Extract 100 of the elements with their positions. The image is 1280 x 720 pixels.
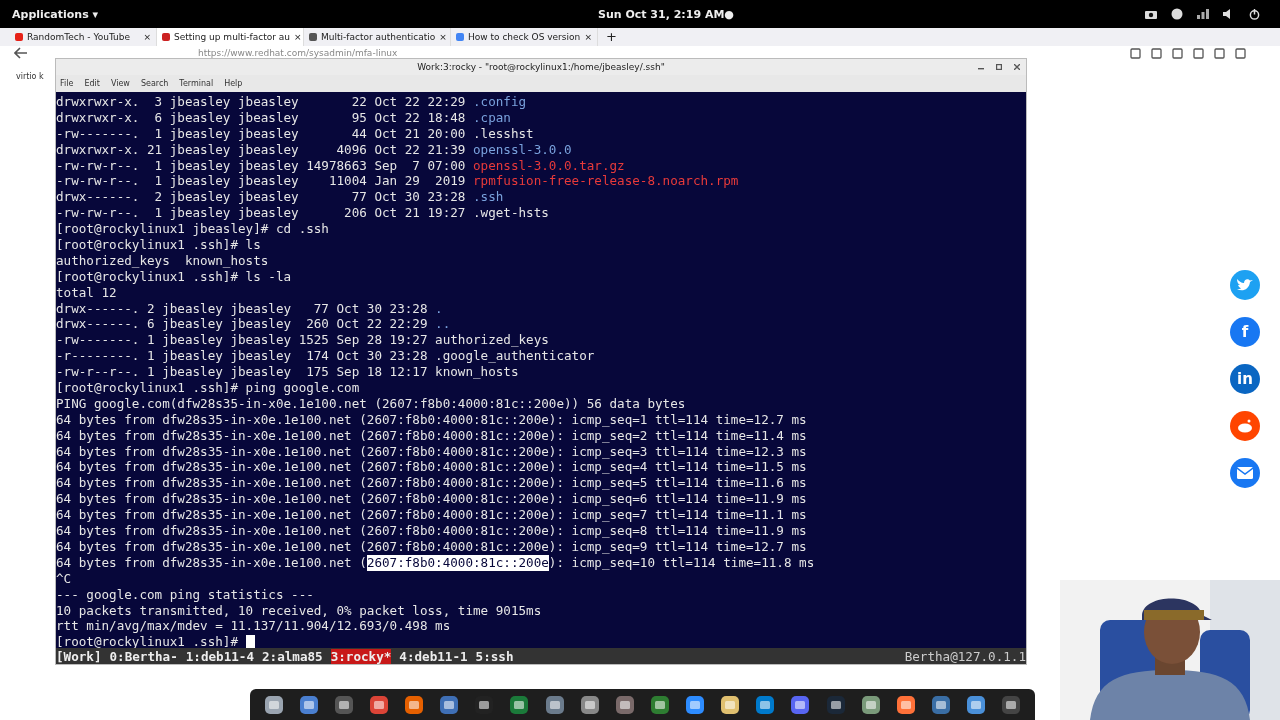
power-icon[interactable] [1249, 8, 1260, 20]
tab-close-button[interactable]: × [584, 32, 592, 42]
tab-close-button[interactable]: × [143, 32, 151, 42]
toolbar-icon[interactable] [1172, 47, 1183, 59]
tmux-window-tab[interactable]: 0:Bertha- [109, 648, 178, 664]
app-icon[interactable] [439, 694, 460, 715]
terminal-text: -rw-rw-r--. 1 jbeasley jbeasley 206 Oct 21 19:27 .wget-hsts [56, 205, 549, 222]
terminal-text: total 12 [56, 284, 117, 301]
terminal-text: authorized_keys known_hosts [56, 252, 269, 269]
url-field[interactable]: https://www.redhat.com/sysadmin/mfa-linux [198, 47, 398, 59]
terminal-text: -rw-r--r--. 1 jbeasley jbeasley 175 Sep 18 12:17 known_hosts [56, 364, 519, 381]
maximize-icon[interactable] [996, 64, 1002, 70]
app-icon[interactable] [368, 694, 389, 715]
terminal-text: openssl-3.0.0.tar.gz [473, 157, 625, 174]
terminal-text: 10 packets transmitted, 10 received, 0% packet loss, time 9015ms [56, 602, 542, 619]
terminal-text: 64 bytes from dfw28s35-in-x0e.1e100.net (2607:f8b0:4000:81c::200e): icmp_seq=4 ttl=114 time=11.5 ms [56, 459, 807, 476]
bookmark[interactable]: virtio k [16, 72, 44, 84]
terminal-text: 64 bytes from dfw28s35-in-x0e.1e100.net (2607:f8b0:4000:81c::200e): icmp_seq=6 ttl=114 time=11.9 ms [56, 491, 807, 508]
applications-menu[interactable]: Applications ▾ [12, 7, 99, 21]
terminal-text: drwxrwxr-x. 6 jbeasley jbeasley 95 Oct 22 18:48 [56, 109, 467, 126]
terminal-text: drwx------. 2 jbeasley jbeasley 77 Oct 30 23:28 [56, 189, 467, 206]
app-icon[interactable] [1001, 694, 1022, 715]
cursor [245, 635, 255, 648]
terminal-text: -rw-------. 1 jbeasley jbeasley 44 Oct 21 20:00 .lesshst [56, 125, 534, 142]
tab-close-button[interactable]: × [294, 32, 302, 42]
terminal-text: .cpan [473, 109, 511, 126]
browser-tab[interactable]: Setting up multi-factor au × [157, 28, 304, 46]
toolbar-icon[interactable] [1193, 47, 1204, 59]
menu-item[interactable]: Help [224, 79, 243, 88]
clock[interactable]: Sun Oct 31, 2:19 AM● [598, 7, 734, 21]
terminal-text: [root@rockylinux1 jbeasley]# cd .ssh [56, 221, 329, 237]
tmux-window-tab[interactable]: 5:ssh [475, 648, 514, 664]
terminal-text: drwx------. 6 jbeasley jbeasley 260 Oct 22 22:29 [56, 316, 429, 333]
menu-item[interactable]: File [60, 79, 74, 88]
app-icon[interactable] [930, 694, 951, 715]
menu-item[interactable]: Edit [84, 79, 100, 88]
terminal-text: [root@rockylinux1 .ssh]# ls -la [56, 268, 292, 285]
app-icon[interactable] [333, 694, 354, 715]
terminal-text: [root@rockylinux1 .ssh]# ls [56, 237, 261, 253]
terminal-text: --- google.com ping statistics --- [56, 586, 314, 603]
app-icon[interactable] [790, 694, 811, 715]
app-icon[interactable] [544, 694, 565, 715]
toolbar-icon[interactable] [1151, 47, 1162, 59]
app-icon[interactable] [404, 694, 425, 715]
app-icon[interactable] [825, 694, 846, 715]
tmux-window-tab[interactable]: 4:deb11-1 [399, 648, 468, 664]
network-icon[interactable] [1197, 9, 1209, 19]
terminal-text: -rw-rw-r--. 1 jbeasley jbeasley 11004 Jan 29 2019 [56, 173, 467, 190]
terminal-text: rtt min/avg/max/mdev = 11.137/11.904/12.693/0.498 ms [56, 618, 451, 635]
app-icon[interactable] [509, 694, 530, 715]
tab-title: How to check OS version [468, 32, 581, 42]
terminal-text: ^C [56, 570, 72, 587]
share-button[interactable]: f [1230, 317, 1260, 347]
terminal-text: .ssh [473, 189, 504, 206]
app-icon[interactable] [614, 694, 635, 715]
app-icon[interactable] [649, 694, 670, 715]
toolbar-icon[interactable] [1130, 47, 1141, 59]
session-name: [Work] [56, 648, 102, 664]
share-button[interactable]: in [1230, 364, 1260, 394]
app-icon[interactable] [579, 694, 600, 715]
menu-item[interactable]: View [110, 79, 130, 88]
terminal-text: 64 bytes from dfw28s35-in-x0e.1e100.net ( [56, 554, 367, 571]
tmux-window-tab[interactable]: 2:alma85 [262, 648, 323, 664]
menu-item[interactable]: Terminal [179, 79, 214, 88]
tmux-window-tab[interactable]: 1:deb11-4 [185, 648, 254, 664]
terminal-text: 64 bytes from dfw28s35-in-x0e.1e100.net (2607:f8b0:4000:81c::200e): icmp_seq=7 ttl=114 time=11.1 ms [56, 507, 807, 524]
mail-icon[interactable] [1230, 458, 1260, 488]
terminal-text: 64 bytes from dfw28s35-in-x0e.1e100.net (2607:f8b0:4000:81c::200e): icmp_seq=8 ttl=114 time=11.9 ms [56, 523, 807, 539]
app-icon[interactable] [720, 694, 741, 715]
terminal-text: [root@rockylinux1 .ssh]# [56, 634, 239, 648]
new-tab-button[interactable]: + [598, 28, 625, 46]
app-icon[interactable] [685, 694, 706, 715]
terminal-text: PING google.com(dfw28s35-in-x0e.1e100.net (2607:f8b0:4000:81c::200e)) 56 data bytes [56, 395, 686, 412]
toolbar-icon[interactable] [1214, 47, 1225, 59]
terminal-text: -rw-------. 1 jbeasley jbeasley 1525 Sep 28 19:27 authorized_keys [56, 332, 549, 349]
terminal-text: rpmfusion-free-release-8.noarch.rpm [473, 173, 739, 190]
app-icon[interactable] [755, 694, 776, 715]
terminal-text: -rw-rw-r--. 1 jbeasley jbeasley 14978663 Sep 7 07:00 [56, 157, 467, 174]
terminal-text: .. [435, 316, 451, 333]
terminal-text: .config [473, 94, 527, 110]
terminal-text: drwxrwxr-x. 21 jbeasley jbeasley 4096 Oct 22 21:39 [56, 141, 467, 158]
app-icon[interactable] [895, 694, 916, 715]
back-icon[interactable] [14, 47, 28, 59]
tmux-window-tab[interactable]: 3:rocky* [330, 648, 392, 664]
close-icon[interactable] [1014, 64, 1020, 70]
bird-icon[interactable] [1230, 270, 1260, 300]
terminal-text: . [435, 300, 443, 317]
app-icon[interactable] [263, 694, 284, 715]
camera-icon[interactable] [1145, 9, 1157, 19]
terminal-text: 64 bytes from dfw28s35-in-x0e.1e100.net (2607:f8b0:4000:81c::200e): icmp_seq=2 ttl=114 time=11.4 ms [56, 427, 807, 444]
window-title: Work:3:rocky - "root@rockylinux1:/home/jbeasley/.ssh" [417, 62, 665, 72]
host-name: Bertha@127.0.1.1 [904, 648, 1026, 664]
toolbar-icon[interactable] [1235, 47, 1246, 59]
terminal-text: 64 bytes from dfw28s35-in-x0e.1e100.net (2607:f8b0:4000:81c::200e): icmp_seq=5 ttl=114 time=11.6 ms [56, 475, 807, 492]
tab-close-button[interactable]: × [439, 32, 447, 42]
app-icon[interactable] [966, 694, 987, 715]
terminal-text: -r--------. 1 jbeasley jbeasley 174 Oct 30 23:28 .google_authenticator [56, 348, 595, 365]
menu-item[interactable]: Search [140, 79, 169, 88]
app-icon[interactable] [298, 694, 319, 715]
app-icon[interactable] [860, 694, 881, 715]
